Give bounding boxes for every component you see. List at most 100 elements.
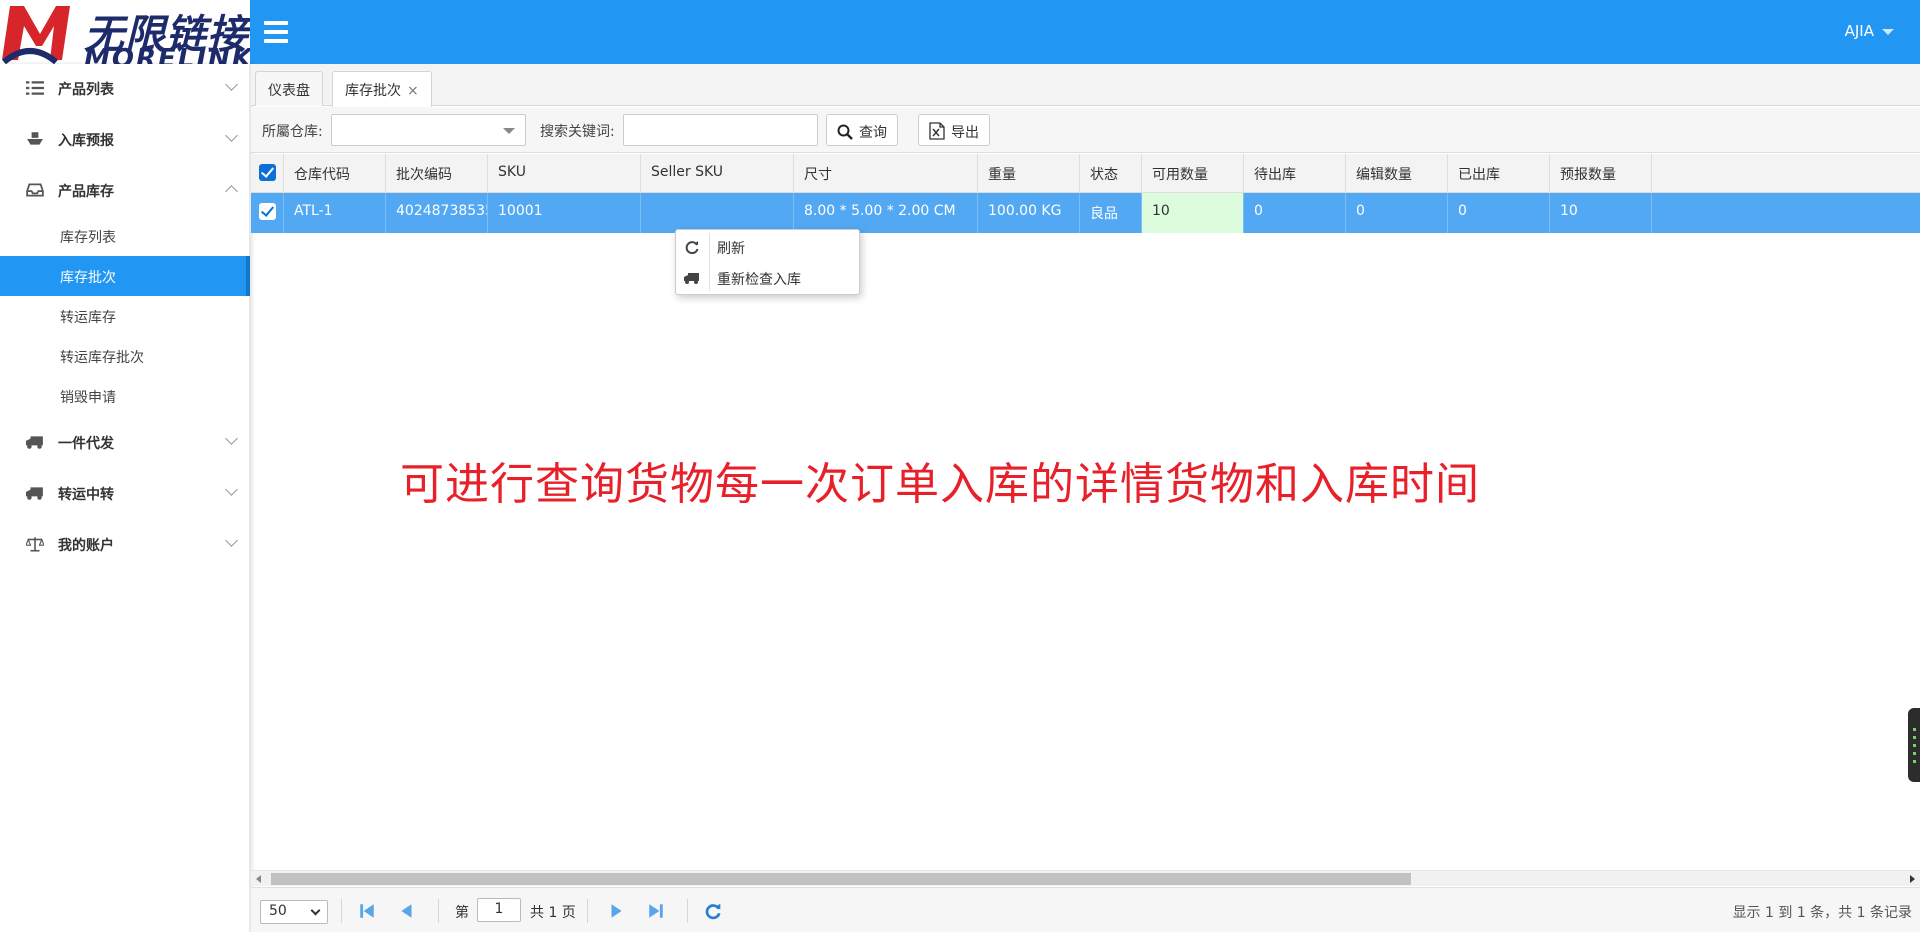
previous-page-icon[interactable]	[398, 902, 416, 920]
sidebar-group-product-inventory[interactable]: 产品库存	[0, 168, 250, 212]
refresh-icon[interactable]	[704, 902, 722, 920]
table-cell[interactable]: 8.00 * 5.00 * 2.00 CM	[794, 193, 978, 233]
row-checkbox[interactable]	[259, 203, 276, 220]
table-cell[interactable]: 0	[1244, 193, 1346, 233]
sidebar-group-my-account[interactable]: 我的账户	[0, 522, 250, 566]
pagination-bar: 50 第 1 共 1 页 显示 1 到 1 条，共 1 条记录	[251, 887, 1920, 932]
page-size-select[interactable]: 50	[260, 900, 328, 924]
caret-down-icon	[503, 128, 515, 134]
sidebar-item-inventory-list[interactable]: 库存列表	[0, 216, 250, 256]
column-header[interactable]: 可用数量	[1142, 154, 1244, 193]
pager-divider	[438, 899, 439, 923]
table-cell[interactable]	[641, 193, 794, 233]
context-menu-label: 重新检查入库	[717, 272, 801, 288]
truck-icon	[26, 436, 43, 449]
select-all-checkbox[interactable]	[259, 164, 276, 181]
export-button[interactable]: 导出	[918, 114, 990, 146]
sidebar-group-dropshipping[interactable]: 一件代发	[0, 420, 250, 464]
side-widget[interactable]	[1908, 708, 1920, 782]
sidebar-item-label: 转运库存批次	[60, 350, 144, 366]
column-header[interactable]: 编辑数量	[1346, 154, 1448, 193]
chevron-down-icon	[225, 129, 238, 142]
column-header[interactable]: 批次编码	[386, 154, 488, 193]
list-icon	[26, 81, 44, 95]
keyword-input[interactable]	[623, 114, 818, 146]
table-cell[interactable]: 0	[1346, 193, 1448, 233]
horizontal-scrollbar[interactable]	[251, 870, 1920, 886]
column-header[interactable]: 尺寸	[794, 154, 978, 193]
column-header[interactable]: Seller SKU	[641, 154, 794, 193]
column-header[interactable]: 仓库代码	[284, 154, 386, 193]
last-page-icon[interactable]	[647, 902, 665, 920]
table-row[interactable]: ATL-1 40248738535062 10001 8.00 * 5.00 *…	[251, 193, 1920, 233]
column-header[interactable]: 重量	[978, 154, 1080, 193]
page-size-value: 50	[269, 903, 287, 919]
user-menu[interactable]: AJIA	[1845, 22, 1894, 40]
chevron-down-icon	[225, 432, 238, 445]
chevron-down-icon	[310, 905, 321, 916]
table-cell[interactable]: ATL-1	[284, 193, 386, 233]
filter-toolbar: 所屬仓库: 搜索关键词: 查询 导出	[251, 107, 1920, 153]
context-menu-item-recheck-inbound[interactable]: 重新检查入库	[676, 263, 859, 293]
sidebar-group-label: 我的账户	[58, 538, 114, 554]
sidebar-item-destroy-request[interactable]: 销毁申请	[0, 376, 250, 416]
context-menu-label: 刷新	[717, 241, 745, 257]
sidebar-group-product-list[interactable]: 产品列表	[0, 66, 250, 110]
truck-icon	[26, 487, 43, 500]
user-name: AJIA	[1844, 22, 1874, 40]
sidebar-item-label: 库存批次	[60, 270, 116, 286]
column-header[interactable]: 状态	[1080, 154, 1142, 193]
sidebar-item-transit-inventory[interactable]: 转运库存	[0, 296, 250, 336]
select-all-cell	[251, 154, 284, 193]
tab-inventory-batch[interactable]: 库存批次 ×	[332, 71, 432, 107]
pager-divider	[687, 899, 688, 923]
truck-icon	[684, 273, 699, 284]
warehouse-label: 所屬仓库:	[262, 124, 323, 140]
page-prefix: 第	[455, 905, 469, 921]
search-button-label: 查询	[859, 125, 887, 141]
scrollbar-thumb[interactable]	[271, 873, 1411, 885]
scroll-left-icon[interactable]	[256, 875, 261, 883]
inbox-icon	[26, 183, 44, 197]
first-page-icon[interactable]	[358, 902, 376, 920]
column-header[interactable]: 已出库	[1448, 154, 1550, 193]
tab-label: 仪表盘	[268, 83, 310, 99]
table-cell[interactable]: 0	[1448, 193, 1550, 233]
tabs-bar: 仪表盘 库存批次 ×	[251, 64, 1920, 107]
sidebar-item-inventory-batch[interactable]: 库存批次	[0, 256, 250, 296]
close-icon[interactable]: ×	[407, 83, 419, 99]
sidebar-group-inbound-forecast[interactable]: 入库预报	[0, 117, 250, 161]
table-cell-available-qty[interactable]: 10	[1142, 193, 1244, 233]
caret-down-icon	[1882, 28, 1894, 35]
sidebar-group-label: 入库预报	[58, 133, 114, 149]
menu-toggle-icon[interactable]	[264, 21, 288, 43]
page-total: 共 1 页	[530, 905, 576, 921]
annotation-text: 可进行查询货物每一次订单入库的详情货物和入库时间	[400, 459, 1480, 510]
sidebar-item-transit-inventory-batch[interactable]: 转运库存批次	[0, 336, 250, 376]
column-header[interactable]: SKU	[488, 154, 641, 193]
table-header: 仓库代码 批次编码 SKU Seller SKU 尺寸 重量 状态 可用数量 待…	[251, 154, 1920, 193]
logo-mark-icon	[2, 6, 70, 64]
sidebar-group-transit[interactable]: 转运中转	[0, 471, 250, 515]
warehouse-select[interactable]	[331, 114, 526, 146]
refresh-icon	[685, 241, 699, 255]
next-page-icon[interactable]	[607, 902, 625, 920]
sidebar-item-label: 销毁申请	[60, 390, 116, 406]
table-cell[interactable]: 良品	[1080, 193, 1142, 233]
tab-dashboard[interactable]: 仪表盘	[255, 71, 323, 106]
search-button[interactable]: 查询	[826, 114, 898, 146]
table-cell[interactable]: 100.00 KG	[978, 193, 1080, 233]
context-menu-item-refresh[interactable]: 刷新	[676, 232, 859, 262]
column-header[interactable]: 预报数量	[1550, 154, 1652, 193]
pager-divider	[341, 899, 342, 923]
logo: 无限链接 MORELINK	[0, 0, 250, 64]
record-info: 显示 1 到 1 条，共 1 条记录	[1732, 905, 1912, 921]
table-cell[interactable]: 40248738535062	[386, 193, 488, 233]
table-cell[interactable]: 10	[1550, 193, 1652, 233]
current-page-input[interactable]: 1	[477, 898, 521, 922]
export-button-label: 导出	[951, 125, 979, 141]
table-cell[interactable]: 10001	[488, 193, 641, 233]
column-header[interactable]: 待出库	[1244, 154, 1346, 193]
scroll-right-icon[interactable]	[1910, 875, 1915, 883]
pager-divider	[587, 899, 588, 923]
